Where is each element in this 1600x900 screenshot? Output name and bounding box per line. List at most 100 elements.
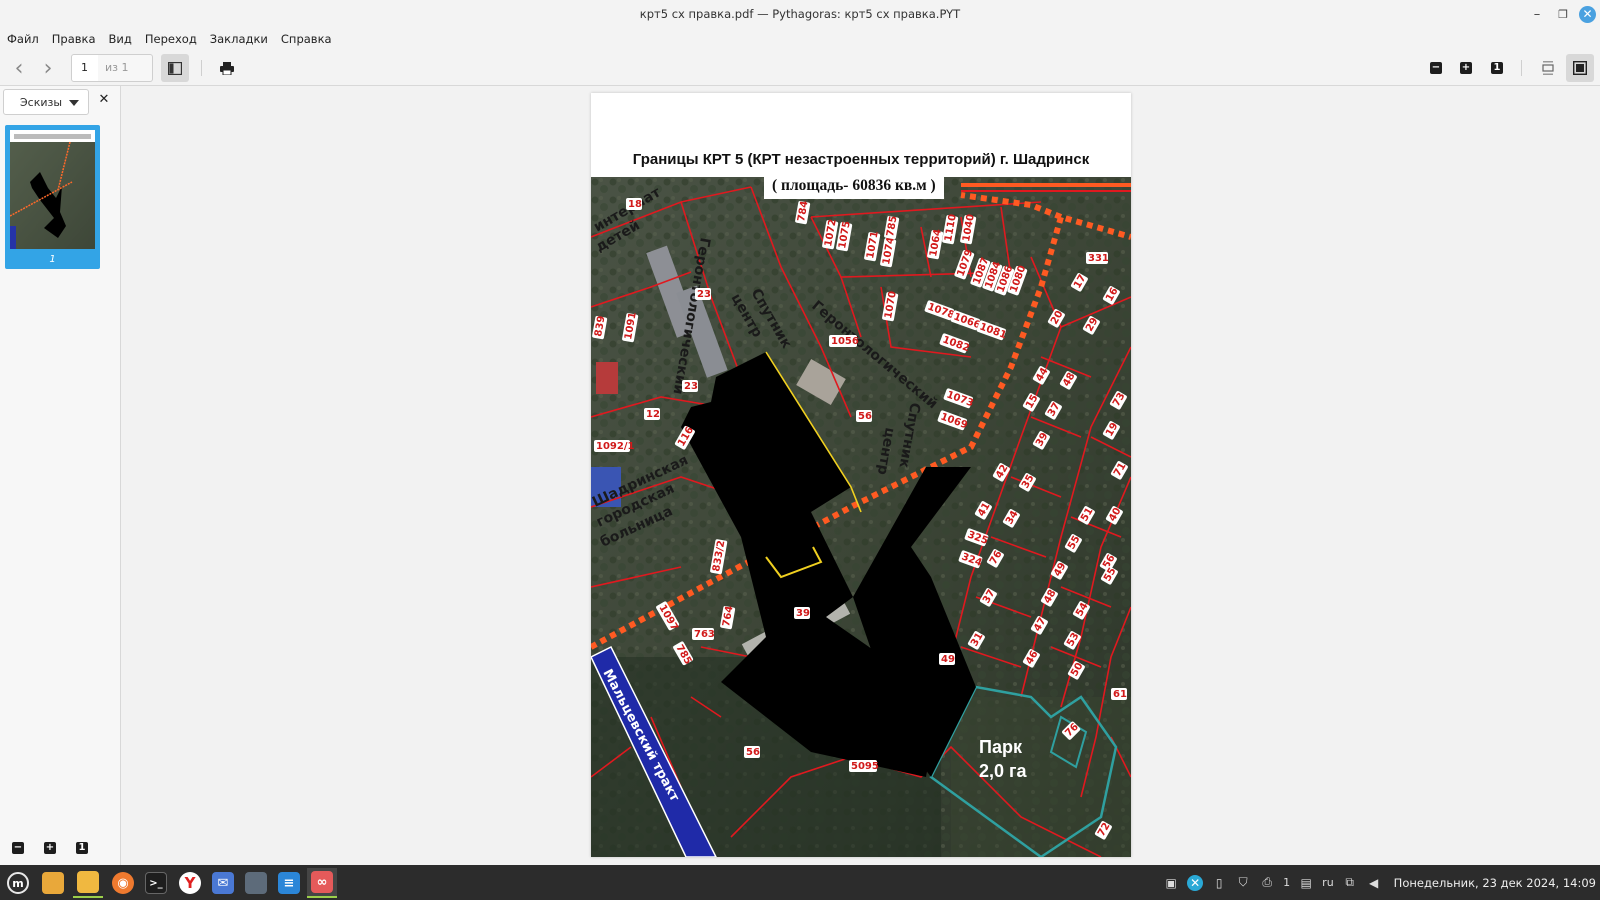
svg-text:1056: 1056	[831, 336, 859, 347]
parcel-label: 1056	[829, 335, 859, 347]
firefox-icon: ◉	[112, 872, 134, 894]
printer-icon	[220, 61, 234, 75]
svg-text:18: 18	[628, 199, 642, 210]
yandex-browser-icon: Y	[179, 872, 201, 894]
pdf-viewer-icon: ∞	[311, 871, 333, 893]
thumbnail-map-image	[10, 130, 95, 249]
sidebar-view-label: Эскизы	[20, 95, 63, 109]
printer-icon[interactable]: ⎙	[1259, 875, 1275, 891]
document-title: Границы КРТ 5 (КРТ незастроенных террито…	[632, 151, 1090, 168]
sidebar-close-button[interactable]: ✕	[96, 92, 112, 108]
toolbar: ‹ › 1 из 1 − + 1	[0, 50, 1600, 86]
svg-text:12: 12	[646, 409, 660, 420]
parcel-label: 56	[744, 746, 760, 758]
parcel-label: 12	[644, 408, 660, 420]
park-label-line2: 2,0 га	[979, 761, 1028, 781]
continuous-view-button[interactable]	[1534, 54, 1562, 82]
taskbar: m ◉ >_ Y ✉ ≡ ∞ ▣ ✕ ▯ ⛉ ⎙ 1 ▤ ru ⧉ ◀ Поне…	[0, 865, 1600, 900]
page-total-label: из 1	[98, 54, 153, 82]
zoom-reset-icon: 1	[76, 842, 88, 854]
cat-icon[interactable]: ▣	[1163, 875, 1179, 891]
taskbar-files[interactable]	[38, 868, 68, 898]
minimize-button[interactable]: –	[1527, 4, 1547, 24]
forward-button[interactable]: ›	[34, 54, 62, 82]
sidebar-view-select[interactable]: Эскизы	[3, 89, 89, 115]
terminal-icon: >_	[145, 872, 167, 894]
network-icon[interactable]: ⧉	[1342, 875, 1358, 891]
taskbar-monitor[interactable]	[241, 868, 271, 898]
svg-text:56: 56	[858, 411, 872, 422]
continuous-pages-icon	[1542, 61, 1554, 75]
parcel-label: 49	[939, 653, 955, 665]
zoom-out-button[interactable]: −	[1422, 54, 1450, 82]
page-thumbnail[interactable]: 1	[5, 125, 100, 269]
taskbar-firefox[interactable]: ◉	[108, 868, 138, 898]
page-number-input[interactable]: 1	[71, 54, 99, 82]
sidebar: Эскизы ✕ 1 − + 1	[0, 86, 121, 865]
taskbar-pdf-viewer[interactable]: ∞	[307, 868, 337, 898]
menu-view[interactable]: Вид	[109, 32, 132, 46]
zoom-in-icon: +	[44, 842, 56, 854]
parcel-label: 61	[1111, 688, 1127, 700]
keyboard-layout[interactable]: ru	[1322, 876, 1334, 889]
menu-edit[interactable]: Правка	[52, 32, 96, 46]
close-button[interactable]: ✕	[1579, 5, 1596, 23]
parcel-label: 18	[626, 198, 642, 210]
zoom-reset-button[interactable]: 1	[1483, 54, 1511, 82]
thumbnail-preview	[10, 130, 95, 249]
svg-text:56: 56	[746, 747, 760, 758]
zoom-in-button[interactable]: +	[1452, 54, 1480, 82]
parcel-label: 1092/1	[594, 440, 634, 452]
mint-logo-icon: m	[7, 872, 29, 894]
svg-text:23: 23	[697, 289, 711, 300]
maximize-button[interactable]: ❐	[1553, 4, 1573, 24]
dual-page-view-button[interactable]	[1566, 54, 1594, 82]
chevron-right-icon: ›	[43, 55, 53, 81]
page-view-icon	[1573, 61, 1587, 75]
sidebar-zoom-out-button[interactable]: −	[12, 842, 26, 856]
taskbar-text-editor[interactable]: ≡	[274, 868, 304, 898]
menu-help[interactable]: Справка	[281, 32, 332, 46]
toolbar-separator	[1521, 60, 1522, 76]
volume-icon[interactable]: ◀	[1366, 875, 1382, 891]
clock[interactable]: Понедельник, 23 дек 2024, 14:09	[1394, 876, 1596, 890]
parcel-label: 331	[1086, 252, 1109, 264]
monitor-icon	[245, 872, 267, 894]
folder-icon	[42, 872, 64, 894]
clipboard-icon[interactable]: ▯	[1211, 875, 1227, 891]
text-editor-icon: ≡	[278, 872, 300, 894]
sidebar-icon	[168, 61, 182, 75]
print-queue-count: 1	[1283, 876, 1291, 889]
zoom-in-icon: +	[1460, 62, 1472, 74]
menu-go[interactable]: Переход	[145, 32, 197, 46]
chevron-left-icon: ‹	[14, 55, 24, 81]
zoom-reset-icon: 1	[1491, 62, 1503, 74]
svg-text:61: 61	[1113, 689, 1127, 700]
document-viewer[interactable]: Границы КРТ 5 (КРТ незастроенных террито…	[122, 86, 1600, 865]
sync-icon[interactable]: ✕	[1187, 874, 1204, 891]
sidebar-zoom-reset-button[interactable]: 1	[76, 842, 90, 856]
taskbar-terminal[interactable]: >_	[141, 868, 171, 898]
window-controls: – ❐ ✕	[1527, 4, 1596, 24]
mint-menu-button[interactable]: m	[3, 868, 33, 898]
svg-text:49: 49	[941, 654, 955, 665]
parcel-label: 39	[794, 607, 810, 619]
taskbar-yandex[interactable]: Y	[175, 868, 205, 898]
menu-file[interactable]: Файл	[7, 32, 39, 46]
print-button[interactable]	[213, 54, 241, 82]
taskbar-file-manager[interactable]	[73, 868, 103, 898]
pdf-page: Границы КРТ 5 (КРТ незастроенных террито…	[591, 93, 1131, 857]
shield-icon[interactable]: ⛉	[1235, 875, 1251, 891]
parcel-label: 23	[682, 380, 698, 392]
taskbar-mail[interactable]: ✉	[208, 868, 238, 898]
back-button[interactable]: ‹	[5, 54, 33, 82]
svg-text:5095: 5095	[851, 761, 879, 772]
document-icon[interactable]: ▤	[1298, 875, 1314, 891]
chevron-down-icon	[69, 100, 79, 106]
cadastral-map: Мальцевский тракт интернат детей Геронто…	[591, 177, 1131, 857]
sidebar-toggle-button[interactable]	[161, 54, 189, 82]
sidebar-zoom-in-button[interactable]: +	[44, 842, 58, 856]
menu-bookmarks[interactable]: Закладки	[210, 32, 268, 46]
parcel-label: 763	[692, 628, 715, 640]
thumbnail-page-number: 1	[49, 254, 56, 265]
